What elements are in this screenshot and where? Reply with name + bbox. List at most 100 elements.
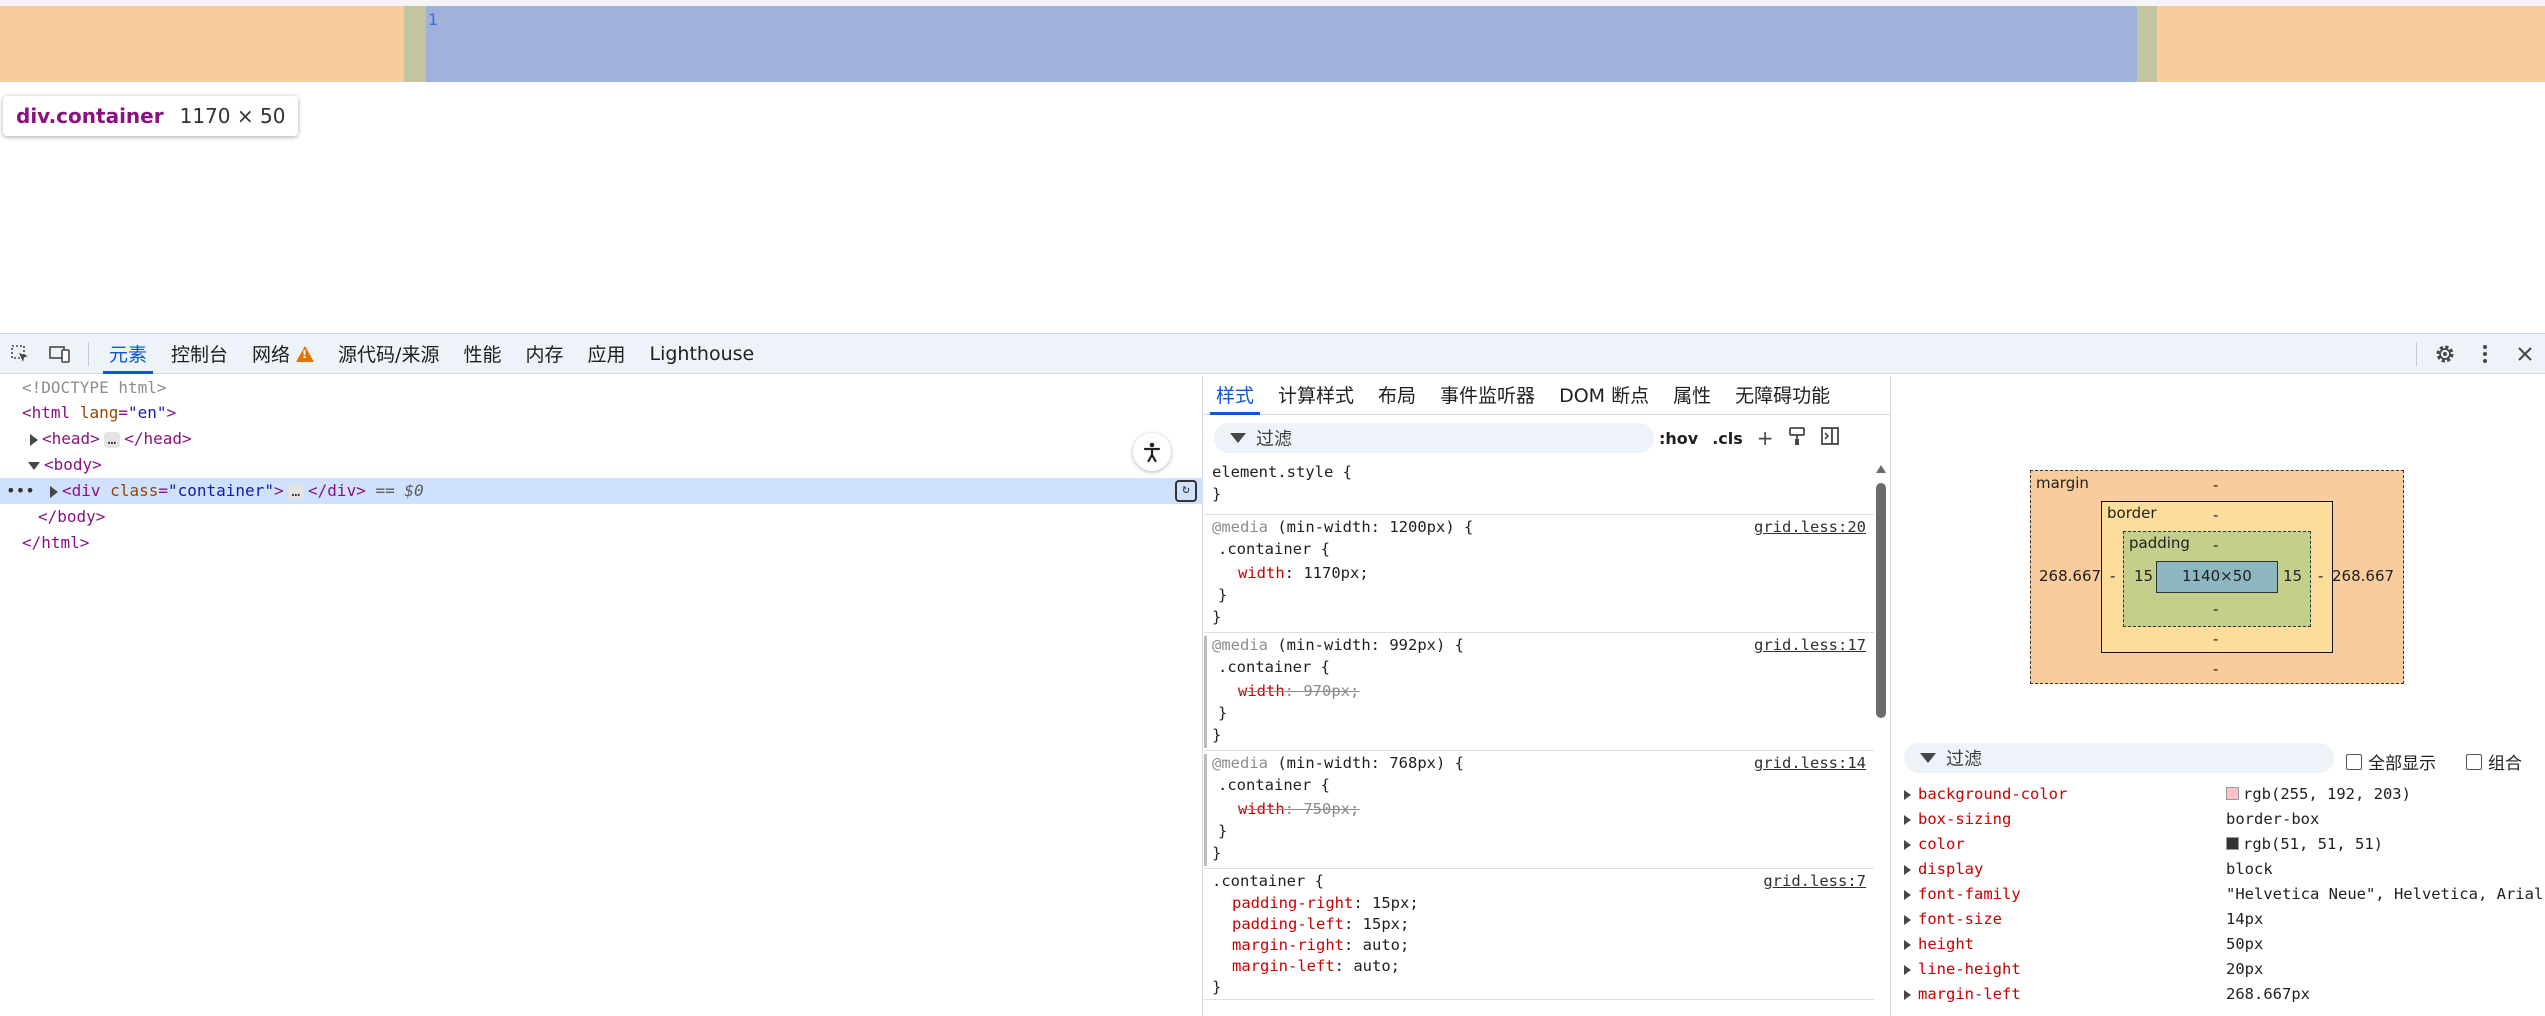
border-bottom-value[interactable]: - [2213, 630, 2218, 648]
tab-lighthouse[interactable]: Lighthouse [638, 334, 767, 374]
padding-bottom-value[interactable]: - [2213, 600, 2218, 618]
expand-triangle-icon[interactable] [1904, 964, 1911, 975]
expand-triangle-icon[interactable] [1904, 814, 1911, 825]
padding-left-value[interactable]: 15 [2134, 567, 2153, 585]
rule-property[interactable]: width: 1170px; [1238, 562, 1369, 584]
rule-property-overridden[interactable]: width: 970px; [1238, 680, 1359, 702]
expand-triangle-icon[interactable] [50, 485, 58, 498]
margin-bottom-value[interactable]: - [2213, 660, 2218, 678]
dom-html-close[interactable]: </html> [0, 530, 1203, 556]
refresh-node-icon[interactable]: ↻ [1175, 480, 1197, 502]
subtab-styles[interactable]: 样式 [1204, 375, 1266, 415]
subtab-dom-breakpoints[interactable]: DOM 断点 [1547, 375, 1661, 415]
expand-triangle-icon[interactable] [1904, 889, 1911, 900]
accessibility-tree-button[interactable] [1133, 433, 1171, 471]
tab-application[interactable]: 应用 [575, 334, 637, 374]
subtab-computed[interactable]: 计算样式 [1266, 375, 1366, 415]
margin-left-value[interactable]: 268.667 [2039, 567, 2101, 585]
tab-elements[interactable]: 元素 [97, 334, 159, 374]
sidebar-toggle-icon[interactable] [1820, 426, 1840, 451]
computed-property-row[interactable]: font-family "Helvetica Neue", Helvetica,… [1892, 882, 2545, 907]
rule-selector[interactable]: .container { [1212, 870, 1324, 892]
checkbox-box[interactable] [2346, 753, 2362, 770]
rule-selector[interactable]: .container { [1218, 538, 1330, 560]
dom-body-close[interactable]: </body> [0, 504, 1203, 530]
subtab-properties[interactable]: 属性 [1661, 375, 1723, 415]
expand-triangle-icon[interactable] [1904, 839, 1911, 850]
dom-head[interactable]: <head>… </head> [0, 426, 1203, 452]
content-size-value[interactable]: 1140×50 [2182, 567, 2252, 585]
rule-source-link[interactable]: grid.less:17 [1754, 634, 1866, 656]
rule-source-link[interactable]: grid.less:20 [1754, 516, 1866, 538]
padding-right-value[interactable]: 15 [2283, 567, 2302, 585]
gear-icon[interactable] [2425, 334, 2465, 374]
computed-property-row[interactable]: box-sizing border-box [1892, 807, 2545, 832]
dom-div-container-selected[interactable]: ••• <div class="container">… </div> == $0… [0, 478, 1203, 504]
hov-toggle[interactable]: :hov [1659, 429, 1698, 448]
expand-triangle-icon[interactable] [1904, 914, 1911, 925]
color-swatch[interactable] [2226, 837, 2239, 850]
expand-triangle-icon[interactable] [1904, 789, 1911, 800]
computed-property-row[interactable]: margin-left 268.667px [1892, 982, 2545, 1007]
expand-triangle-icon[interactable] [1904, 864, 1911, 875]
styles-scrollbar-thumb[interactable] [1876, 483, 1886, 718]
more-vert-icon[interactable] [2465, 334, 2505, 374]
dom-doctype[interactable]: <!DOCTYPE html> [0, 375, 1203, 401]
rule-property[interactable]: padding-right: 15px; [1232, 892, 1419, 914]
checkbox-box[interactable] [2466, 753, 2482, 770]
inspect-icon[interactable] [0, 334, 40, 374]
tab-performance[interactable]: 性能 [451, 334, 513, 374]
subtab-layout[interactable]: 布局 [1366, 375, 1428, 415]
rule-source-link[interactable]: grid.less:14 [1754, 752, 1866, 774]
collapse-triangle-icon[interactable] [28, 461, 40, 470]
dom-body[interactable]: <body> [0, 452, 1203, 478]
rule-selector[interactable]: .container { [1218, 774, 1330, 796]
color-swatch[interactable] [2226, 787, 2239, 800]
padding-top-value[interactable]: - [2213, 536, 2218, 554]
tab-network[interactable]: 网络 [240, 334, 326, 374]
subtab-event-listeners[interactable]: 事件监听器 [1428, 375, 1547, 415]
paint-brush-icon[interactable] [1788, 426, 1806, 451]
rule-property[interactable]: margin-right: auto; [1232, 934, 1409, 956]
expand-triangle-icon[interactable] [30, 433, 38, 446]
dom-html[interactable]: <html lang="en"> [0, 400, 1203, 426]
rule-property[interactable]: margin-left: auto; [1232, 955, 1400, 977]
subtab-accessibility[interactable]: 无障碍功能 [1723, 375, 1842, 415]
computed-property-row[interactable]: background-color rgb(255, 192, 203) [1892, 782, 2545, 807]
margin-right-value[interactable]: 268.667 [2332, 567, 2394, 585]
dots-menu-icon[interactable]: ••• [6, 478, 35, 504]
styles-filter-input[interactable]: 过滤 [1214, 423, 1654, 453]
rule-property-overridden[interactable]: width: 750px; [1238, 798, 1359, 820]
show-all-checkbox[interactable]: 全部显示 [2346, 749, 2436, 774]
computed-property-row[interactable]: font-size 14px [1892, 907, 2545, 932]
tab-console[interactable]: 控制台 [159, 334, 240, 374]
padding-label: padding [2129, 534, 2190, 552]
tab-memory[interactable]: 内存 [513, 334, 575, 374]
border-top-value[interactable]: - [2213, 506, 2218, 524]
margin-top-value[interactable]: - [2213, 476, 2218, 494]
ellipsis-button[interactable]: … [103, 432, 121, 448]
computed-filter-input[interactable]: 过滤 [1904, 743, 2334, 773]
device-toggle-icon[interactable] [40, 334, 80, 374]
rule-source-link[interactable]: grid.less:7 [1763, 870, 1866, 892]
computed-property-row[interactable]: height 50px [1892, 932, 2545, 957]
scroll-up-arrow-icon[interactable] [1876, 465, 1886, 473]
ellipsis-button[interactable]: … [287, 484, 305, 500]
rule-selector[interactable]: .container { [1218, 656, 1330, 678]
expand-triangle-icon[interactable] [1904, 939, 1911, 950]
close-icon[interactable] [2505, 334, 2545, 374]
border-left-value[interactable]: - [2110, 567, 2115, 585]
group-checkbox[interactable]: 组合 [2466, 749, 2522, 774]
new-rule-icon[interactable]: + [1757, 426, 1774, 450]
computed-scrollbar[interactable] [2537, 423, 2545, 1016]
div-attr-name: class [110, 481, 159, 500]
rule-selector[interactable]: element.style { [1212, 461, 1352, 483]
computed-property-row[interactable]: line-height 20px [1892, 957, 2545, 982]
border-right-value[interactable]: - [2318, 567, 2323, 585]
expand-triangle-icon[interactable] [1904, 989, 1911, 1000]
computed-property-row[interactable]: display block [1892, 857, 2545, 882]
rule-property[interactable]: padding-left: 15px; [1232, 913, 1409, 935]
cls-toggle[interactable]: .cls [1712, 429, 1743, 448]
computed-property-row[interactable]: color rgb(51, 51, 51) [1892, 832, 2545, 857]
tab-sources[interactable]: 源代码/来源 [326, 334, 451, 374]
